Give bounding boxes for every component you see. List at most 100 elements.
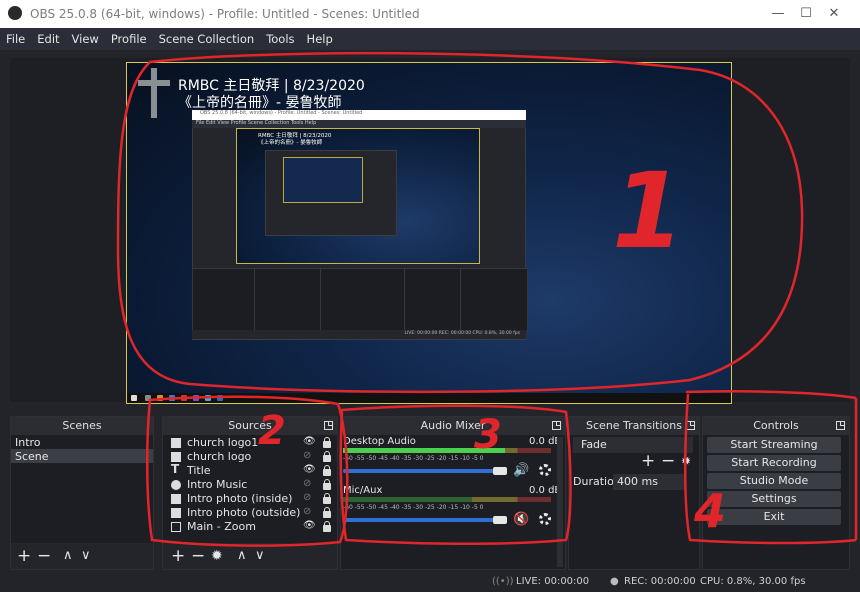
menu-scene-collection[interactable]: Scene Collection — [159, 32, 255, 46]
add-transition-button[interactable]: + — [641, 451, 655, 471]
menu-edit[interactable]: Edit — [37, 32, 59, 46]
menu-profile[interactable]: Profile — [111, 32, 147, 46]
scene-transitions-header: Scene Transitions — [569, 417, 699, 435]
source-item[interactable]: Intro Music — [187, 478, 247, 491]
start-recording-button[interactable]: Start Recording — [707, 455, 841, 471]
nested-menu: File Edit View Profile Scene Collection … — [196, 120, 317, 126]
eye-icon[interactable]: 👁 — [303, 436, 316, 447]
move-scene-up-button[interactable]: ∧ — [63, 546, 73, 566]
sources-dock: Sources church logo1 👁 church logo ⊘ T T… — [162, 416, 338, 570]
remove-scene-button[interactable]: − — [37, 546, 51, 566]
gear-icon[interactable]: ✹ — [681, 454, 691, 468]
nested-preview-canvas-2 — [283, 157, 363, 203]
rec-indicator-icon: ● — [610, 576, 619, 587]
scene-item-scene[interactable]: Scene — [15, 450, 49, 463]
taskbar-icon — [169, 395, 175, 401]
sources-header: Sources — [163, 417, 337, 435]
audio-mixer-header: Audio Mixer — [341, 417, 565, 435]
source-item[interactable]: Title — [187, 464, 211, 477]
source-item[interactable]: church logo1 — [187, 436, 258, 449]
gear-icon[interactable] — [539, 513, 551, 525]
nested-dock — [404, 268, 462, 332]
status-bar: ((•)) LIVE: 00:00:00 ● REC: 00:00:00 CPU… — [0, 572, 860, 592]
scenes-dock: Scenes Intro Scene + − ∧ ∨ — [10, 416, 154, 570]
source-item[interactable]: Main - Zoom — [187, 520, 256, 533]
mixer-scrollbar[interactable] — [557, 437, 563, 567]
sources-toolbar: + − ✹ ∧ ∨ — [163, 543, 337, 569]
menu-bar: File Edit View Profile Scene Collection … — [0, 28, 860, 50]
stream-subtitle-text: 《上帝的名冊》- 晏鲁牧師 — [178, 95, 342, 111]
lock-icon[interactable] — [323, 507, 331, 518]
image-icon — [171, 494, 181, 504]
menu-file[interactable]: File — [6, 32, 25, 46]
move-scene-down-button[interactable]: ∨ — [81, 546, 91, 566]
taskbar-icon — [145, 395, 151, 401]
eye-icon[interactable]: 👁 — [303, 464, 316, 475]
mic-aux-volume-slider[interactable] — [343, 518, 495, 522]
lock-icon[interactable] — [323, 479, 331, 490]
eye-icon[interactable]: 👁 — [303, 520, 316, 531]
scenes-header: Scenes — [11, 417, 153, 435]
lock-icon[interactable] — [323, 493, 331, 504]
mic-aux-meter — [343, 497, 551, 502]
close-button[interactable]: ✕ — [824, 4, 844, 24]
exit-button[interactable]: Exit — [707, 509, 841, 525]
cross-logo-icon — [136, 68, 172, 118]
desktop-audio-slider-handle[interactable] — [493, 467, 507, 475]
live-indicator-icon: ((•)) — [492, 576, 514, 587]
speaker-muted-icon[interactable]: 🔇 — [513, 512, 529, 527]
gear-icon[interactable] — [539, 464, 551, 476]
speaker-icon[interactable]: 🔊 — [513, 463, 529, 478]
menu-view[interactable]: View — [72, 32, 99, 46]
menu-help[interactable]: Help — [307, 32, 333, 46]
taskbar-icon — [193, 395, 199, 401]
mic-aux-slider-handle[interactable] — [493, 516, 507, 524]
nested-dock — [192, 268, 256, 332]
source-item[interactable]: Intro photo (inside) — [187, 492, 292, 505]
dock-popout-icon[interactable] — [836, 421, 845, 430]
nested-menu-bar: File Edit View Profile Scene Collection … — [192, 120, 526, 128]
eye-hidden-icon[interactable]: ⊘ — [303, 478, 311, 489]
mic-aux-label: Mic/Aux — [343, 485, 383, 496]
remove-source-button[interactable]: − — [191, 546, 205, 566]
scene-transitions-dock: Scene Transitions Fade + − ✹ Duration 40… — [568, 416, 700, 570]
mic-aux-scale: -60 -55 -50 -45 -40 -35 -30 -25 -20 -15 … — [343, 504, 484, 511]
monitor-icon — [171, 522, 181, 532]
settings-button[interactable]: Settings — [707, 491, 841, 507]
menu-tools[interactable]: Tools — [266, 32, 294, 46]
taskbar-icon — [205, 395, 211, 401]
lock-icon[interactable] — [323, 437, 331, 448]
nested-dock — [254, 268, 322, 332]
dock-popout-icon[interactable] — [686, 421, 695, 430]
eye-hidden-icon[interactable]: ⊘ — [303, 506, 311, 517]
annotation-2: 2 — [258, 408, 286, 454]
nested-title: OBS 25.0.8 (64-bit, windows) - Profile: … — [200, 110, 363, 116]
duration-value: 400 ms — [617, 475, 658, 488]
move-source-up-button[interactable]: ∧ — [237, 546, 247, 566]
dock-popout-icon[interactable] — [324, 421, 333, 430]
desktop-audio-label: Desktop Audio — [343, 436, 416, 447]
lock-icon[interactable] — [323, 465, 331, 476]
source-item[interactable]: church logo — [187, 450, 251, 463]
add-source-button[interactable]: + — [171, 546, 185, 566]
lock-icon[interactable] — [323, 521, 331, 532]
transition-select-value: Fade — [581, 438, 607, 451]
minimize-button[interactable]: — — [768, 4, 788, 24]
nested-status-bar: LIVE: 00:00:00 REC: 00:00:00 CPU: 0.8%, … — [192, 330, 526, 339]
maximize-button[interactable]: ☐ — [796, 4, 816, 24]
nested-subtitle-text: 《上帝的名冊》- 晏鲁牧師 — [258, 140, 323, 146]
taskbar-icon — [157, 395, 163, 401]
lock-icon[interactable] — [323, 451, 331, 462]
remove-transition-button[interactable]: − — [661, 451, 675, 471]
start-streaming-button[interactable]: Start Streaming — [707, 437, 841, 453]
studio-mode-button[interactable]: Studio Mode — [707, 473, 841, 489]
add-scene-button[interactable]: + — [17, 546, 31, 566]
dock-popout-icon[interactable] — [552, 421, 561, 430]
move-source-down-button[interactable]: ∨ — [255, 546, 265, 566]
gear-icon[interactable]: ✹ — [211, 546, 223, 566]
eye-hidden-icon[interactable]: ⊘ — [303, 492, 311, 503]
eye-hidden-icon[interactable]: ⊘ — [303, 450, 311, 461]
scene-item-intro[interactable]: Intro — [15, 436, 41, 449]
source-item[interactable]: Intro photo (outside) — [187, 506, 300, 519]
desktop-audio-volume-slider[interactable] — [343, 469, 495, 473]
